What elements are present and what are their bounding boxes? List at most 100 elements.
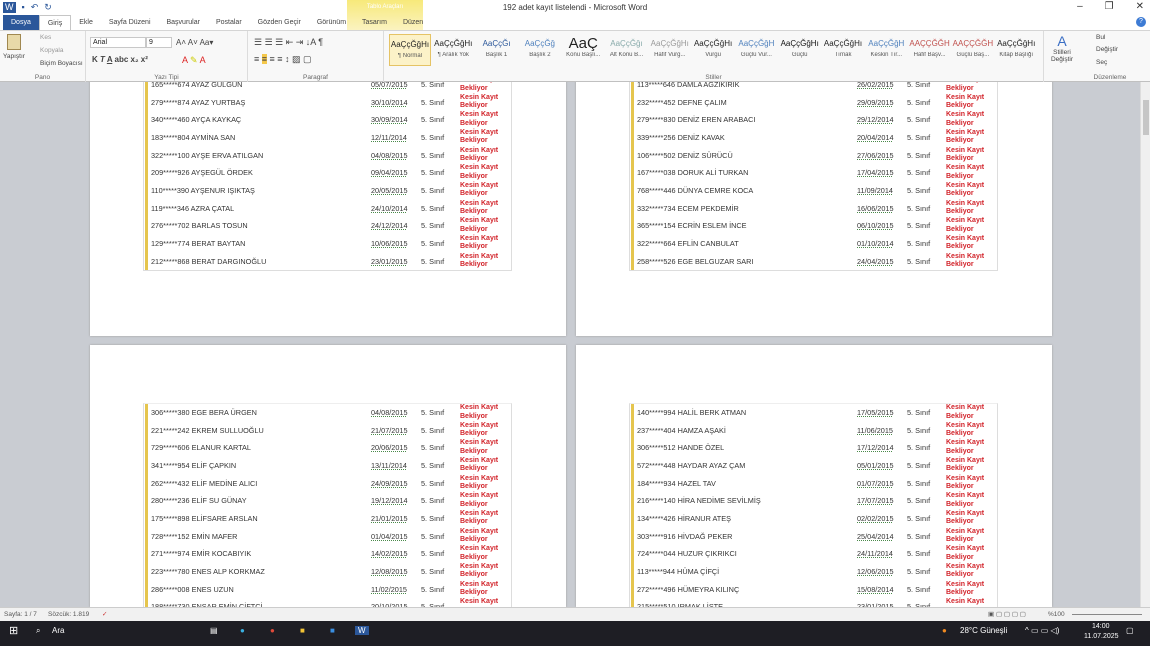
edge-icon[interactable]: ● bbox=[240, 626, 245, 635]
chrome-icon[interactable]: ● bbox=[270, 626, 275, 635]
font-grow-shrink-icons[interactable]: A˄ A˅ Aa▾ bbox=[176, 38, 213, 47]
student-id-name: 113*****646 DAMLA AĞZIKIRIK bbox=[637, 82, 740, 89]
cut-button[interactable]: Kes bbox=[40, 34, 51, 41]
tab-home[interactable]: Giriş bbox=[38, 15, 72, 30]
restore-button[interactable]: ❐ bbox=[1105, 1, 1114, 12]
format-painter-button[interactable]: Biçim Boyacısı bbox=[40, 60, 83, 67]
outlook-icon[interactable]: ■ bbox=[330, 626, 335, 635]
task-view-icon[interactable]: ▤ bbox=[210, 626, 218, 635]
style-1[interactable]: AaÇçĞğHı ¶ Aralık Yok bbox=[432, 34, 474, 66]
zoom-slider[interactable] bbox=[1072, 614, 1142, 615]
scrollbar-thumb[interactable] bbox=[1143, 100, 1149, 135]
student-id-name: 322*****100 AYŞE ERVA ATILGAN bbox=[151, 151, 263, 160]
student-id-name: 286*****008 ENES UZUN bbox=[151, 585, 234, 594]
student-id-name: 258*****526 EGE BELGUZAR SARI bbox=[637, 257, 753, 266]
vertical-scrollbar[interactable] bbox=[1140, 82, 1150, 607]
grade: 5. Sınıf bbox=[907, 549, 931, 559]
paste-button[interactable]: Yapıştır bbox=[3, 53, 25, 60]
font-format-icons[interactable]: K T A abc x₂ x² bbox=[92, 55, 148, 64]
student-id: 140*****994 bbox=[637, 408, 676, 417]
style-2[interactable]: AaÇçĞı Başlık 1 bbox=[476, 34, 518, 66]
tab-references[interactable]: Başvurular bbox=[159, 15, 208, 30]
grade: 5. Sınıf bbox=[907, 531, 931, 541]
tab-file[interactable]: Dosya bbox=[3, 15, 39, 30]
style-12[interactable]: AAÇÇĞĞH Hafif Başv... bbox=[909, 34, 951, 66]
tab-layout[interactable]: Düzen bbox=[395, 15, 431, 30]
clock-time[interactable]: 14:00 bbox=[1092, 623, 1110, 630]
taskbar-search[interactable]: Ara bbox=[52, 626, 64, 635]
word-count[interactable]: Sözcük: 1.819 bbox=[48, 611, 89, 618]
style-7[interactable]: AaÇçĞğHı Vurgu bbox=[692, 34, 734, 66]
student-id-name: 113*****944 HÜMA ÇİFÇİ bbox=[637, 567, 719, 576]
font-color-icons[interactable]: A ✎ A bbox=[182, 55, 206, 66]
table-row: 276*****702 BARLAS TOSUN 24/12/2014 5. Sın… bbox=[145, 217, 511, 235]
birth-date: 17/05/2015 bbox=[857, 408, 894, 417]
weather-text[interactable]: 28°C Güneşli bbox=[960, 626, 1007, 635]
tab-view[interactable]: Görünüm bbox=[309, 15, 354, 30]
paste-icon[interactable] bbox=[7, 34, 21, 50]
align-icons[interactable]: ≡ ≡ ≡ ≡ ↕ ▨ ▢ bbox=[254, 54, 312, 65]
tab-design[interactable]: Tasarım bbox=[354, 15, 395, 30]
document-area[interactable]: 165*****674 AYAZ GÜLGÜN 05/07/2015 5. Sını… bbox=[0, 82, 1140, 607]
grade: 5. Sınıf bbox=[421, 408, 445, 417]
font-name-select[interactable]: Arial bbox=[90, 37, 146, 48]
tab-mailings[interactable]: Postalar bbox=[208, 15, 250, 30]
table-row: 279*****830 DENİZ EREN ARABACI 29/12/2014… bbox=[631, 111, 997, 129]
page-count[interactable]: Sayfa: 1 / 7 bbox=[4, 611, 37, 618]
registration-status: Kesin Kayıt Bekliyor bbox=[946, 580, 985, 597]
style-6[interactable]: AaÇçĞğHı Hafif Vurg... bbox=[649, 34, 691, 66]
registration-status: Kesin Kayıt Bekliyor bbox=[946, 128, 985, 145]
style-5[interactable]: AaÇçĞğı Alt Konu B... bbox=[606, 34, 648, 66]
zoom-level[interactable]: %100 bbox=[1048, 611, 1065, 618]
student-name: ENES UZUN bbox=[191, 584, 234, 594]
view-buttons[interactable]: ▣ ▢ ▢ ▢ ▢ bbox=[988, 610, 1026, 618]
change-styles-button[interactable]: A Stilleri Değiştir bbox=[1049, 33, 1075, 63]
registration-status: Kesin Kayıt Bekliyor bbox=[460, 181, 499, 198]
tray-icons[interactable]: ^ ▭ ▭ ◁) bbox=[1025, 626, 1059, 635]
copy-button[interactable]: Kopyala bbox=[40, 47, 64, 54]
student-id: 262*****432 bbox=[151, 478, 190, 488]
clock-date[interactable]: 11.07.2025 bbox=[1084, 633, 1119, 640]
grade: 5. Sınıf bbox=[907, 408, 931, 417]
style-preview: AaÇçĞğHı bbox=[997, 39, 1036, 48]
find-button[interactable]: Bul bbox=[1096, 34, 1105, 41]
help-icon[interactable]: ? bbox=[1136, 17, 1146, 27]
birth-date: 05/01/2015 bbox=[857, 460, 894, 470]
replace-button[interactable]: Değiştir bbox=[1096, 46, 1118, 53]
style-0[interactable]: AaÇçĞğHı ¶ Normal bbox=[389, 34, 431, 66]
notifications-icon[interactable]: ▢ bbox=[1126, 626, 1134, 635]
student-id-name: 110*****390 AYŞENUR IŞIKTAŞ bbox=[151, 186, 255, 195]
student-name: BARLAS TOSUN bbox=[191, 221, 248, 231]
tab-insert[interactable]: Ekle bbox=[71, 15, 101, 30]
style-14[interactable]: AaÇçĞğHı Kitap Başlığı bbox=[995, 34, 1037, 66]
list-icons[interactable]: ☰ ☰ ☰ ⇤ ⇥ ↓A ¶ bbox=[254, 37, 323, 48]
tab-page-layout[interactable]: Sayfa Düzeni bbox=[101, 15, 159, 30]
file-explorer-icon[interactable]: ■ bbox=[300, 626, 305, 635]
style-8[interactable]: AaÇçĞğH Güçlü Vur... bbox=[735, 34, 777, 66]
font-size-select[interactable]: 9 bbox=[146, 37, 172, 48]
proofing-icon[interactable]: ✓ bbox=[102, 610, 107, 618]
student-id-name: 232*****452 DEFNE ÇALIM bbox=[637, 98, 727, 107]
registration-status: Kesin Kayıt Bekliyor bbox=[946, 217, 985, 233]
style-11[interactable]: AaÇçĞğH Keskin Tır... bbox=[865, 34, 907, 66]
tab-review[interactable]: Gözden Geçir bbox=[250, 15, 309, 30]
style-3[interactable]: AaÇçĞğ Başlık 2 bbox=[519, 34, 561, 66]
start-button[interactable]: ⊞ bbox=[9, 624, 18, 637]
style-10[interactable]: AaÇçĞğHı Tırnak bbox=[822, 34, 864, 66]
student-id: 209*****926 bbox=[151, 168, 190, 178]
birth-date: 25/04/2014 bbox=[857, 531, 894, 541]
style-name: ¶ Normal bbox=[397, 53, 423, 59]
student-name: AYŞENUR IŞIKTAŞ bbox=[190, 185, 255, 195]
table-row: 110*****390 AYŞENUR IŞIKTAŞ 20/05/2015 5. … bbox=[145, 181, 511, 200]
table-row: 216*****140 HİRA NEDİME SEVİLMİŞ 17/07/20… bbox=[631, 492, 997, 510]
close-button[interactable]: ✕ bbox=[1136, 1, 1144, 12]
group-label: Paragraf bbox=[303, 74, 328, 81]
style-9[interactable]: AaÇçĞğHı Güçlü bbox=[779, 34, 821, 66]
student-name: AYMİNA SAN bbox=[191, 132, 236, 142]
minimize-button[interactable]: – bbox=[1077, 1, 1083, 12]
table-row: 106*****502 DENİZ SÜRÜCÜ 27/06/2015 5. Sın… bbox=[631, 146, 997, 165]
style-4[interactable]: AaÇ Konu Başlı... bbox=[562, 34, 604, 66]
word-taskbar-icon[interactable]: W bbox=[355, 626, 369, 635]
style-13[interactable]: AAÇÇĞĞH Güçlü Baş... bbox=[952, 34, 994, 66]
select-button[interactable]: Seç bbox=[1096, 59, 1107, 66]
